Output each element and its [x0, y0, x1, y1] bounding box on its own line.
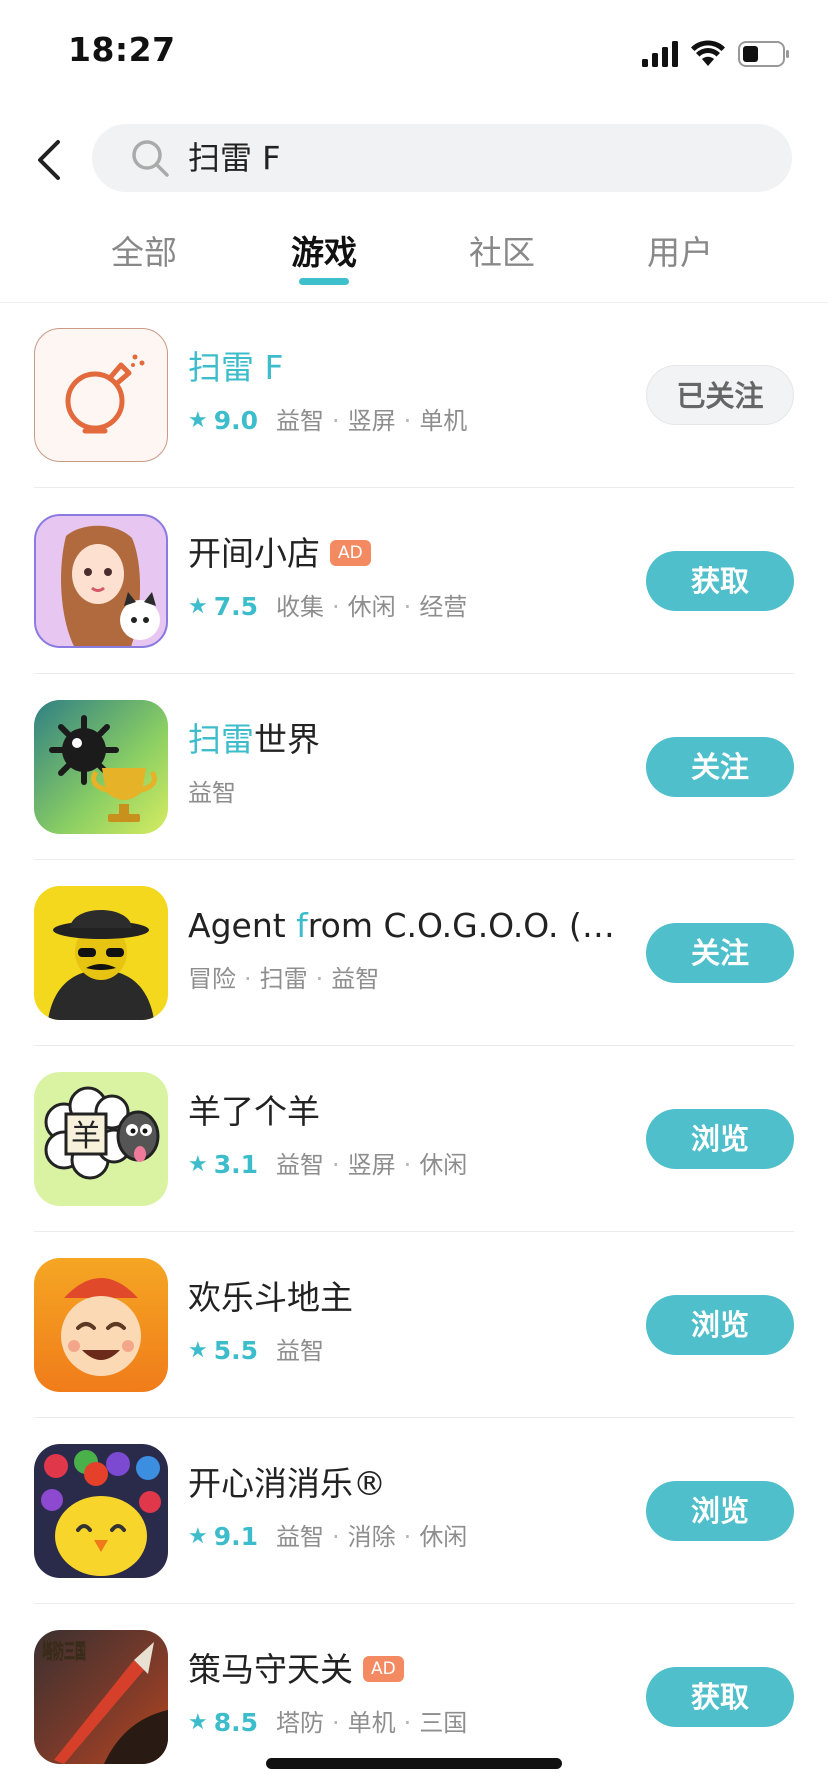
get-button[interactable]: 获取 [646, 1667, 794, 1727]
rating-score: 8.5 [213, 1708, 259, 1737]
svg-text:塔防三国: 塔防三国 [42, 1639, 86, 1663]
game-title: 开心消消乐® [188, 1464, 386, 1503]
rating-score: 3.1 [213, 1150, 259, 1179]
ad-badge: AD [363, 1655, 404, 1682]
star-icon: ★ [188, 594, 208, 619]
follow-button[interactable]: 关注 [646, 737, 794, 797]
search-input[interactable]: 扫雷 F [92, 124, 792, 192]
list-item[interactable]: 欢乐斗地主 ★ 5.5 益智 浏览 [0, 1232, 828, 1418]
tower-defense-icon: 塔防三国 [34, 1630, 168, 1764]
search-header: 扫雷 F [0, 118, 828, 198]
active-tab-indicator [299, 278, 349, 285]
star-icon: ★ [188, 1524, 208, 1549]
game-title: 羊了个羊 [188, 1092, 320, 1131]
tab-users[interactable]: 用户 [620, 226, 740, 274]
list-item[interactable]: 扫雷 F ★ 9.0 益智 · 竖屏 · 单机 已关注 [0, 302, 828, 488]
rating-score: 7.5 [213, 592, 259, 621]
star-icon: ★ [188, 1152, 208, 1177]
wifi-icon [691, 40, 725, 66]
game-title: 开间小店 AD [188, 534, 371, 574]
back-arrow-icon[interactable] [30, 136, 70, 184]
game-meta: 冒险 · 扫雷 · 益智 [188, 965, 380, 993]
rating-score: 9.1 [213, 1522, 259, 1551]
browse-button[interactable]: 浏览 [646, 1481, 794, 1541]
tab-community[interactable]: 社区 [442, 226, 562, 274]
game-title: 策马守天关 AD [188, 1650, 404, 1690]
rating-score: 9.0 [213, 406, 259, 435]
game-title: 扫雷 F [188, 348, 284, 387]
game-title: Agent from C.O.G.O.O. (扫… [188, 906, 618, 945]
tab-all[interactable]: 全部 [84, 226, 204, 274]
cellular-signal-icon [642, 41, 678, 67]
tab-games[interactable]: 游戏 [264, 226, 384, 274]
game-title: 欢乐斗地主 [188, 1278, 353, 1317]
game-meta: ★ 8.5 塔防 · 单机 · 三国 [188, 1706, 467, 1740]
list-item[interactable]: 开间小店 AD ★ 7.5 收集 · 休闲 · 经营 获取 [0, 488, 828, 674]
home-indicator[interactable] [266, 1758, 562, 1769]
search-icon [132, 140, 169, 177]
get-button[interactable]: 获取 [646, 551, 794, 611]
list-item[interactable]: Agent from C.O.G.O.O. (扫… 冒险· 扫雷· 益智 关注 [0, 860, 828, 1046]
list-item[interactable]: 扫雷世界 益智 关注 [0, 674, 828, 860]
game-meta: ★ 3.1 益智 · 竖屏 · 休闲 [188, 1148, 467, 1182]
mine-trophy-icon [34, 700, 168, 834]
status-bar: 18:27 [0, 0, 828, 100]
category-tabs: 全部 游戏 社区 用户 [0, 222, 828, 292]
game-title: 扫雷世界 [188, 720, 320, 759]
spy-icon [34, 886, 168, 1020]
status-time: 18:27 [68, 30, 176, 69]
star-icon: ★ [188, 1710, 208, 1735]
game-meta: ★ 7.5 收集 · 休闲 · 经营 [188, 590, 467, 624]
girl-avatar-icon [34, 514, 168, 648]
list-item[interactable]: 开心消消乐® ★ 9.1 益智 · 消除 · 休闲 浏览 [0, 1418, 828, 1604]
rating-score: 5.5 [213, 1336, 259, 1365]
star-icon: ★ [188, 1338, 208, 1363]
svg-text:羊: 羊 [71, 1119, 101, 1154]
followed-button[interactable]: 已关注 [646, 365, 794, 425]
bomb-icon [34, 328, 168, 462]
game-meta: ★ 9.1 益智 · 消除 · 休闲 [188, 1520, 467, 1554]
game-meta: 益智 [188, 779, 236, 807]
follow-button[interactable]: 关注 [646, 923, 794, 983]
list-item[interactable]: 羊 羊了个羊 ★ 3.1 益智 · 竖屏 · 休闲 浏览 [0, 1046, 828, 1232]
browse-button[interactable]: 浏览 [646, 1109, 794, 1169]
browse-button[interactable]: 浏览 [646, 1295, 794, 1355]
landlord-icon [34, 1258, 168, 1392]
game-meta: ★ 9.0 益智 · 竖屏 · 单机 [188, 404, 467, 438]
battery-icon [738, 41, 789, 67]
game-meta: ★ 5.5 益智 [188, 1334, 324, 1368]
star-icon: ★ [188, 408, 208, 433]
search-query-text: 扫雷 F [188, 139, 281, 177]
chick-icon [34, 1444, 168, 1578]
sheep-icon: 羊 [34, 1072, 168, 1206]
ad-badge: AD [330, 539, 371, 566]
